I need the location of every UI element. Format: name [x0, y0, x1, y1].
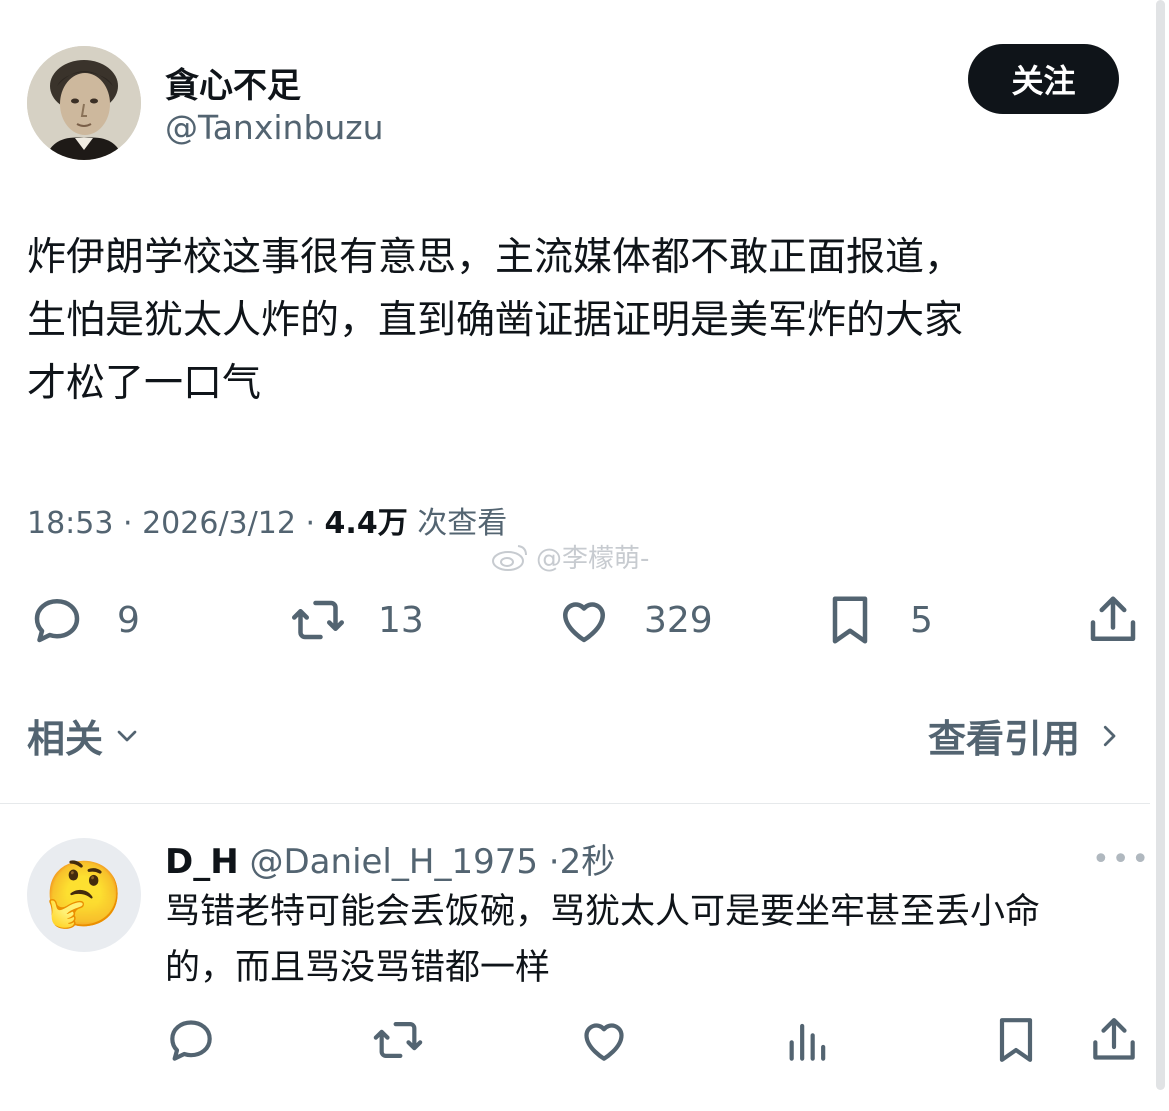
author-handle[interactable]: @Tanxinbuzu — [165, 108, 384, 147]
repost-icon — [292, 600, 344, 640]
watermark: @李檬萌- — [490, 538, 649, 575]
bookmark-button[interactable]: 5 — [820, 588, 933, 652]
reply-like-button[interactable] — [576, 1012, 632, 1068]
tweet-date[interactable]: 2026/3/12 — [142, 506, 296, 541]
reply-bookmark-button[interactable] — [988, 1012, 1044, 1068]
reply-author-name[interactable]: D_H — [165, 842, 239, 882]
reply-author-handle[interactable]: @Daniel_H_1975 — [250, 842, 538, 882]
reply-share-button[interactable] — [1086, 1012, 1142, 1068]
weibo-logo-icon — [492, 544, 527, 571]
chevron-down-icon — [117, 730, 137, 741]
view-quotes-label: 查看引用 — [928, 717, 1081, 761]
author-portrait-image — [27, 46, 141, 160]
reply-repost-button[interactable] — [370, 1012, 426, 1068]
tweet-text-line: 炸伊朗学校这事很有意思，主流媒体都不敢正面报道， — [27, 235, 964, 280]
related-label: 相关 — [27, 717, 104, 761]
reply-reply-button[interactable] — [163, 1012, 219, 1068]
reply-header: D_H @Daniel_H_1975 ·2秒 — [165, 834, 615, 883]
share-button[interactable] — [1083, 588, 1143, 652]
views-count: 4.4万 — [324, 506, 408, 541]
reply-text-line: 骂错老特可能会丢饭碗，骂犹太人可是要坐牢甚至丢小命 — [165, 892, 1041, 932]
thinking-face-icon: 🤔 — [44, 858, 124, 932]
meta-separator: · — [548, 842, 560, 882]
share-icon — [1093, 1018, 1135, 1060]
repost-button[interactable]: 13 — [288, 588, 424, 652]
meta-separator: · — [305, 506, 325, 541]
tweet-text-line: 才松了一口气 — [27, 361, 262, 406]
bookmark-icon — [999, 1018, 1033, 1062]
divider — [0, 803, 1150, 804]
like-count: 329 — [644, 599, 713, 641]
related-toggle[interactable]: 相关 — [27, 708, 143, 763]
more-icon[interactable]: ••• — [1092, 842, 1151, 877]
share-icon — [1090, 596, 1136, 641]
scrollbar[interactable] — [1156, 0, 1165, 1090]
watermark-text: @李檬萌- — [536, 544, 650, 574]
bookmark-icon — [832, 596, 868, 644]
reply-count: 9 — [117, 599, 140, 641]
repost-icon — [373, 1022, 423, 1058]
reply-icon — [170, 1020, 212, 1061]
reply-avatar[interactable]: 🤔 — [27, 838, 141, 952]
tweet-text-line: 生怕是犹太人炸的，直到确凿证据证明是美军炸的大家 — [27, 298, 964, 343]
author-display-name[interactable]: 貪心不足 — [165, 58, 301, 107]
views-label: 次查看 — [417, 506, 508, 541]
heart-icon — [584, 1023, 624, 1061]
like-button[interactable]: 329 — [554, 588, 713, 652]
tweet-text: 炸伊朗学校这事很有意思，主流媒体都不敢正面报道， 生怕是犹太人炸的，直到确凿证据… — [27, 226, 1127, 415]
follow-button[interactable]: 关注 — [968, 44, 1119, 114]
reply-text-line: 的，而且骂没骂错都一样 — [165, 948, 551, 988]
reply-views-button[interactable] — [780, 1012, 836, 1068]
meta-separator: · — [123, 506, 143, 541]
reply-text: 骂错老特可能会丢饭碗，骂犹太人可是要坐牢甚至丢小命 的，而且骂没骂错都一样 — [165, 884, 1145, 996]
author-avatar[interactable] — [27, 46, 141, 160]
reply-button[interactable]: 9 — [27, 588, 140, 652]
chevron-right-icon — [1103, 725, 1116, 746]
reply-icon — [34, 599, 80, 643]
heart-icon — [563, 602, 605, 643]
reply-time[interactable]: 2秒 — [560, 842, 616, 882]
repost-count: 13 — [378, 599, 424, 641]
tweet-meta: 18:53 · 2026/3/12 · 4.4万 次查看 — [27, 498, 507, 542]
view-quotes-link[interactable]: 查看引用 — [928, 708, 1124, 763]
bookmark-count: 5 — [910, 599, 933, 641]
tweet-time[interactable]: 18:53 — [27, 506, 113, 541]
views-icon — [789, 1023, 826, 1061]
